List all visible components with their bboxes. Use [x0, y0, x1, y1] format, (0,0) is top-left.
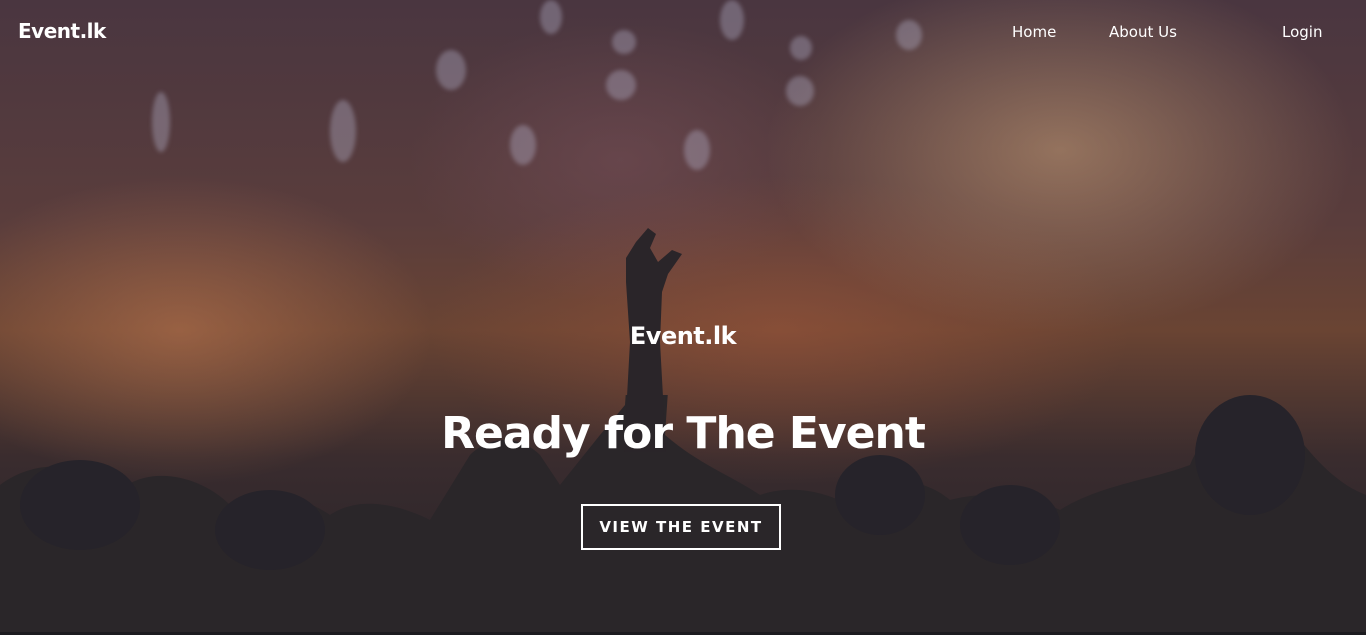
bokeh-light [510, 125, 536, 165]
bokeh-light [606, 70, 636, 100]
nav-link-about-us[interactable]: About Us [1109, 23, 1177, 41]
bokeh-light [786, 76, 814, 106]
bokeh-light [330, 100, 356, 162]
bokeh-light [152, 92, 170, 152]
hero-subtitle: Event.lk [629, 322, 737, 350]
hero-section: Event.lk Home About Us Login Event.lk Re… [0, 0, 1366, 635]
nav-link-home[interactable]: Home [1012, 23, 1056, 41]
nav-link-login[interactable]: Login [1282, 23, 1322, 41]
view-event-button[interactable]: VIEW THE EVENT [581, 504, 781, 550]
hero-title: Ready for The Event [441, 408, 926, 459]
bokeh-light [684, 130, 710, 170]
brand-logo[interactable]: Event.lk [18, 19, 106, 43]
top-navbar: Event.lk Home About Us Login [0, 0, 1366, 64]
